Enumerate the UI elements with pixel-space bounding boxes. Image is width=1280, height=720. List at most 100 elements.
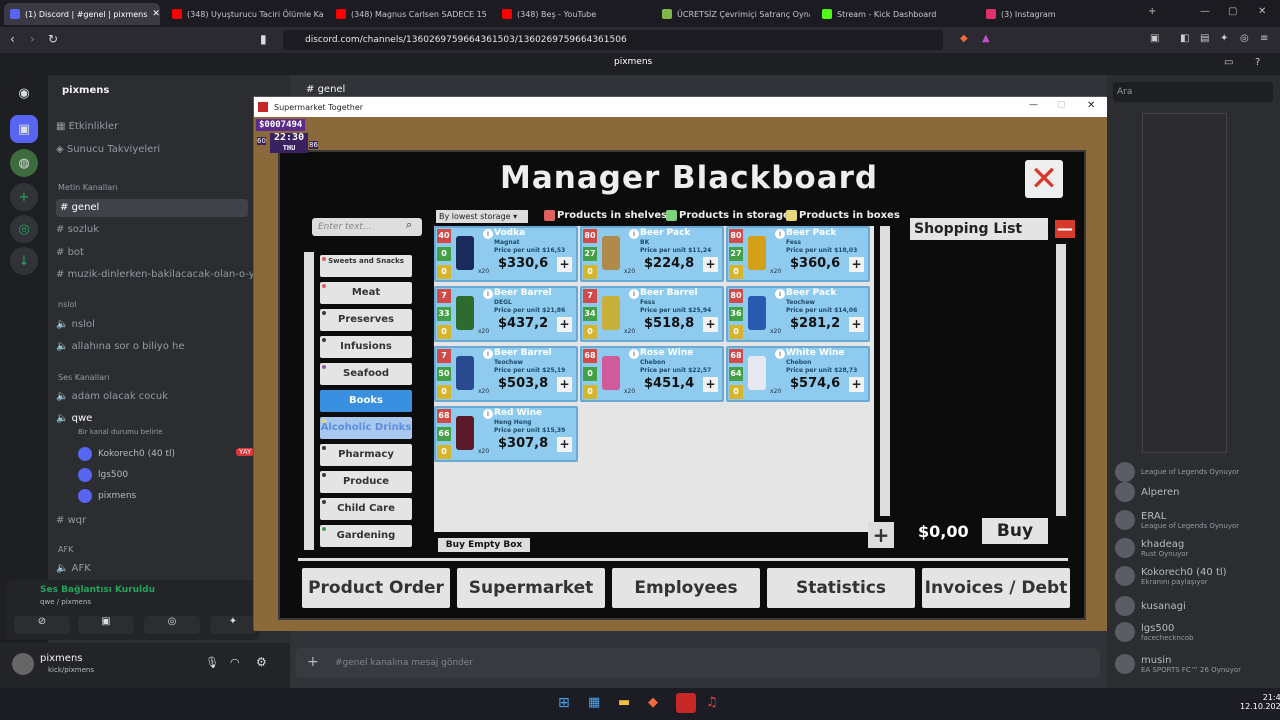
category-button[interactable]: Books — [320, 390, 412, 412]
close-tab-icon[interactable]: ✕ — [152, 9, 160, 19]
discord-home-icon[interactable]: ◉ — [10, 79, 38, 107]
category-button[interactable]: Meat — [320, 282, 412, 304]
browser-tab[interactable]: (348) Magnus Carlsen SADECE 15 SA — [330, 3, 490, 25]
member-row[interactable]: Alperen — [1115, 482, 1180, 502]
brave-shield-icon[interactable]: ◆ — [960, 33, 968, 44]
info-icon[interactable]: i — [775, 229, 785, 239]
nav-button[interactable]: Statistics — [767, 568, 915, 608]
nav-button[interactable]: Product Order — [302, 568, 450, 608]
category-button[interactable]: Pharmacy — [320, 444, 412, 466]
channel-nslol[interactable]: 🔈 nslol — [56, 319, 95, 330]
search-input[interactable]: Ara — [1113, 82, 1273, 102]
category-voice[interactable]: Ses Kanalları — [58, 373, 110, 382]
brave-icon[interactable]: ◆ — [648, 695, 658, 710]
browser-tab[interactable]: (1) Discord | #genel | pixmens ✕ — [4, 3, 160, 25]
vpn-icon[interactable]: ◎ — [1240, 33, 1249, 44]
clear-list-button[interactable]: — — [1055, 220, 1075, 238]
new-tab-icon[interactable]: + — [1148, 6, 1156, 17]
channel-wqr[interactable]: # wqr — [56, 515, 86, 526]
channel-muzik[interactable]: # muzik-dinlerken-bakilacacak-olan-o-y — [56, 269, 255, 280]
message-input[interactable]: #genel kanalına mesaj gönder — [295, 648, 1100, 678]
browser-tab[interactable]: (348) Uyuşturucu Taciri Ölümle Karşı — [166, 3, 324, 25]
activity-icon[interactable]: ◎ — [144, 616, 200, 634]
category-button[interactable]: Alcoholic Drinks — [320, 417, 412, 439]
nav-button[interactable]: Supermarket — [457, 568, 605, 608]
mic-icon[interactable]: 🎙 — [205, 656, 219, 669]
category-text[interactable]: Metin Kanalları — [58, 183, 118, 192]
music-icon[interactable]: ♫ — [706, 695, 718, 710]
windows-start-icon[interactable]: ⊞ — [558, 695, 570, 711]
category-button[interactable]: Preserves — [320, 309, 412, 331]
add-to-list-button[interactable]: + — [703, 317, 718, 332]
member-row[interactable]: lgs500 facecheckncob — [1115, 622, 1193, 642]
browser-tab[interactable]: ÜCRETSİZ Çevrimiçi Satranç Oynayın — [656, 3, 810, 25]
file-explorer-icon[interactable]: ▬ — [618, 695, 630, 710]
info-icon[interactable]: i — [483, 409, 493, 419]
product-card[interactable]: 80 27 0 i x20 Beer Pack BK Price per unit $11,2… — [580, 226, 724, 282]
camera-icon[interactable]: ⊘ — [14, 616, 70, 634]
add-to-list-button[interactable]: + — [557, 257, 572, 272]
minimize-icon[interactable]: — — [1200, 6, 1210, 17]
discover-icon[interactable]: ◎ — [10, 215, 38, 243]
category-button[interactable]: Produce — [320, 471, 412, 493]
nav-button[interactable]: Invoices / Debt — [922, 568, 1070, 608]
bookmark-icon[interactable]: ▮ — [260, 32, 267, 46]
info-icon[interactable]: i — [775, 349, 785, 359]
info-icon[interactable]: i — [483, 349, 493, 359]
info-icon[interactable]: i — [629, 229, 639, 239]
sort-select[interactable]: By lowest storage ▾ — [436, 210, 528, 223]
widgets-icon[interactable]: ▦ — [588, 695, 600, 710]
help-icon[interactable]: ? — [1255, 57, 1260, 68]
add-server-icon[interactable]: + — [10, 183, 38, 211]
wallet-icon[interactable]: ▤ — [1200, 33, 1209, 44]
add-to-list-button[interactable]: + — [557, 377, 572, 392]
member-row[interactable]: kusanagi — [1115, 596, 1186, 616]
download-icon[interactable]: ↓ — [10, 247, 38, 275]
headphones-icon[interactable]: ◠ — [230, 656, 240, 669]
member-row[interactable]: League of Legends Oynuyor — [1115, 462, 1239, 482]
info-icon[interactable]: i — [629, 349, 639, 359]
channel-qwe[interactable]: 🔈 qwe — [56, 413, 92, 424]
sidebar-icon[interactable]: ◧ — [1180, 33, 1189, 44]
user-name[interactable]: pixmens — [40, 653, 83, 664]
member-row[interactable]: khadeag Rust Oynuyor — [1115, 538, 1188, 558]
product-card[interactable]: 68 0 0 i x20 Rose Wine Chebon Price per unit $2… — [580, 346, 724, 402]
channel-allahina[interactable]: 🔈 allahına sor o biliyo he — [56, 341, 185, 352]
product-card[interactable]: 7 33 0 i x20 Beer Barrel DEGL Price per unit $2… — [434, 286, 578, 342]
sidebar-item-events[interactable]: ▦ Etkinlikler — [56, 121, 118, 132]
channel-genel[interactable]: # genel — [56, 199, 248, 217]
member-row[interactable]: musin EA SPORTS FC™ 26 Oynuyor — [1115, 654, 1241, 674]
category-button[interactable]: Sweets and Snacks — [320, 255, 412, 277]
minimize-icon[interactable]: — — [1029, 100, 1038, 110]
brave-rewards-icon[interactable]: ▲ — [982, 33, 990, 44]
channel-adam[interactable]: 🔈 adam olacak cocuk — [56, 391, 168, 402]
product-scrollbar[interactable] — [880, 226, 890, 516]
server-icon-pixmens[interactable]: ▣ — [10, 115, 38, 143]
product-card[interactable]: 7 34 0 i x20 Beer Barrel Fess Price per unit $2… — [580, 286, 724, 342]
add-to-list-button[interactable]: + — [849, 317, 864, 332]
browser-tab[interactable]: (3) Instagram — [980, 3, 1140, 25]
add-to-list-button[interactable]: + — [703, 257, 718, 272]
category-button[interactable]: Seafood — [320, 363, 412, 385]
avatar[interactable] — [12, 653, 34, 675]
member-row[interactable]: ERAL League of Legends Oynuyor — [1115, 510, 1239, 530]
add-to-list-button[interactable]: + — [703, 377, 718, 392]
server-icon-2[interactable]: ◍ — [10, 149, 38, 177]
clock[interactable]: 21:4212.10.2025 — [1240, 693, 1280, 711]
product-card[interactable]: 80 27 0 i x20 Beer Pack Fess Price per unit $18… — [726, 226, 870, 282]
reader-icon[interactable]: ▣ — [1150, 33, 1159, 44]
info-icon[interactable]: i — [629, 289, 639, 299]
add-to-list-button[interactable]: + — [849, 377, 864, 392]
info-icon[interactable]: i — [483, 229, 493, 239]
nav-button[interactable]: Employees — [612, 568, 760, 608]
channel-sozluk[interactable]: # sozluk — [56, 224, 99, 235]
close-window-icon[interactable]: ✕ — [1258, 6, 1266, 17]
shopping-list-scrollbar[interactable] — [1056, 244, 1066, 516]
category-afk[interactable]: AFK — [58, 545, 73, 554]
product-card[interactable]: 80 36 0 i x20 Beer Pack Teochew Price per unit … — [726, 286, 870, 342]
member-row[interactable]: Kokorech0 (40 tl) Ekranını paylaşıyor — [1115, 566, 1227, 586]
product-card[interactable]: 7 50 0 i x20 Beer Barrel Teochew Price per unit… — [434, 346, 578, 402]
product-card[interactable]: 68 66 0 i x20 Red Wine Heng Heng Price per unit… — [434, 406, 578, 462]
add-product-button[interactable]: + — [868, 522, 894, 548]
supermarket-app-icon[interactable] — [676, 693, 696, 713]
